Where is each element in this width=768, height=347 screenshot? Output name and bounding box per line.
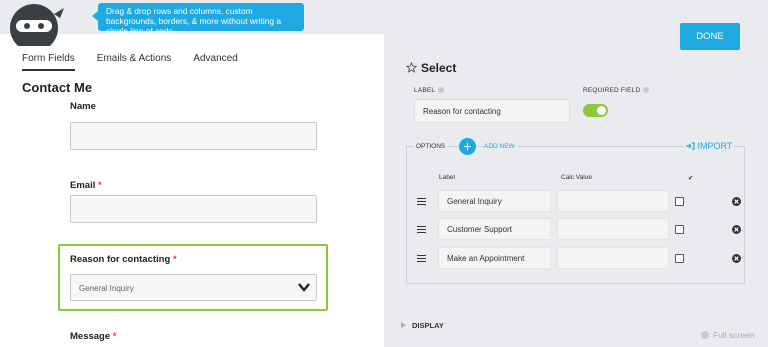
ninja-logo-icon — [10, 4, 64, 46]
label-caption: LABEL — [414, 87, 445, 94]
tab-emails-actions[interactable]: Emails & Actions — [97, 53, 171, 71]
add-new-link[interactable]: ADD NEW — [484, 143, 518, 150]
required-toggle[interactable] — [583, 104, 608, 117]
remove-option-icon[interactable] — [732, 254, 741, 263]
star-icon[interactable] — [406, 62, 417, 73]
caret-right-icon[interactable] — [401, 322, 406, 328]
required-caption: REQUIRED FIELD — [583, 87, 650, 94]
drag-handle-icon[interactable] — [417, 226, 426, 234]
option-label-input[interactable]: General Inquiry — [438, 190, 551, 212]
col-calc-header: Calc Value — [561, 174, 592, 181]
option-calc-input[interactable] — [557, 190, 669, 212]
col-check-header: ✔ — [688, 175, 694, 182]
option-calc-input[interactable] — [557, 247, 669, 269]
done-button[interactable]: DONE — [680, 23, 740, 50]
form-title: Contact Me — [22, 80, 93, 95]
help-icon[interactable] — [438, 87, 445, 93]
option-checkbox[interactable] — [675, 225, 684, 234]
form-builder-panel: Drag & drop rows and columns, custom bac… — [0, 0, 384, 347]
option-label-input[interactable]: Customer Support — [438, 218, 551, 240]
option-label-input[interactable]: Make an Appointment — [438, 247, 551, 269]
tooltip-banner: Drag & drop rows and columns, custom bac… — [92, 3, 304, 36]
tab-advanced[interactable]: Advanced — [193, 53, 237, 71]
import-icon — [686, 142, 695, 150]
option-calc-input[interactable] — [557, 218, 669, 240]
remove-option-icon[interactable] — [732, 225, 741, 234]
option-checkbox[interactable] — [675, 197, 684, 206]
name-field[interactable] — [70, 122, 317, 150]
settings-title: Select — [421, 61, 457, 75]
import-link[interactable]: IMPORT — [684, 141, 735, 151]
help-icon[interactable] — [643, 87, 650, 93]
drag-handle-icon[interactable] — [417, 198, 426, 206]
email-field[interactable] — [70, 195, 317, 223]
fullscreen-icon — [701, 331, 709, 339]
name-label: Name — [70, 101, 96, 112]
tab-form-fields[interactable]: Form Fields — [22, 53, 75, 71]
add-new-icon[interactable]: + — [459, 138, 476, 155]
message-label: Message * — [70, 331, 117, 342]
remove-option-icon[interactable] — [732, 197, 741, 206]
options-caption: OPTIONS — [414, 143, 448, 150]
label-input[interactable]: Reason for contacting — [414, 99, 570, 123]
drag-handle-icon[interactable] — [417, 255, 426, 263]
display-section-toggle[interactable]: DISPLAY — [412, 321, 444, 330]
email-label: Email * — [70, 180, 102, 191]
col-label-header: Label — [439, 174, 455, 181]
reason-label: Reason for contacting * — [70, 254, 177, 265]
fullscreen-button[interactable]: Full screen — [701, 330, 755, 340]
builder-tabs: Form Fields Emails & Actions Advanced — [22, 53, 260, 71]
option-checkbox[interactable] — [675, 254, 684, 263]
chevron-down-icon — [298, 283, 310, 292]
reason-select[interactable]: General Inquiry — [70, 274, 317, 301]
